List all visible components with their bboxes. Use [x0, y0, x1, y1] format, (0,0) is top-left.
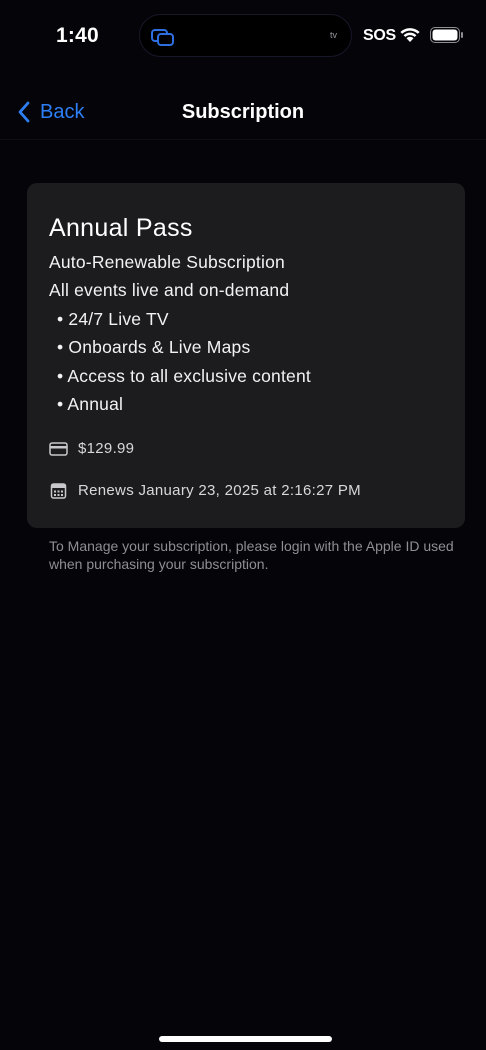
- home-indicator[interactable]: [159, 1036, 332, 1042]
- credit-card-icon: [49, 441, 68, 456]
- sos-indicator: SOS: [363, 27, 396, 44]
- subscription-screen: 1:40 tv SOS Back Subscription Annual Pas…: [0, 0, 486, 1050]
- apple-tv-label: tv: [329, 30, 337, 40]
- subscription-card: Annual Pass Auto-Renewable Subscription …: [27, 183, 465, 528]
- price-row: $129.99: [49, 440, 134, 457]
- screen-mirroring-icon: [151, 29, 174, 46]
- dynamic-island[interactable]: tv: [139, 14, 352, 57]
- subscription-summary: All events live and on-demand: [49, 280, 290, 300]
- calendar-icon: [50, 482, 67, 499]
- navigation-bar: Back Subscription: [0, 84, 486, 140]
- renewal-text: Renews January 23, 2025 at 2:16:27 PM: [78, 482, 361, 499]
- price-value: $129.99: [78, 440, 135, 457]
- subscription-type: Auto-Renewable Subscription: [49, 252, 285, 272]
- renewal-row: Renews January 23, 2025 at 2:16:27 PM: [49, 482, 361, 499]
- feature-item: • 24/7 Live TV: [57, 309, 169, 329]
- feature-item: • Annual: [57, 394, 124, 414]
- status-time: 1:40: [56, 24, 99, 47]
- feature-item: • Onboards & Live Maps: [57, 337, 251, 357]
- status-bar: 1:40 tv SOS: [0, 0, 486, 72]
- manage-subscription-note: To Manage your subscription, please logi…: [49, 538, 454, 572]
- wifi-icon: [400, 28, 420, 42]
- plan-name: Annual Pass: [49, 214, 193, 242]
- page-title: Subscription: [181, 101, 305, 123]
- feature-item: • Access to all exclusive content: [57, 366, 311, 386]
- battery-icon: [430, 27, 463, 43]
